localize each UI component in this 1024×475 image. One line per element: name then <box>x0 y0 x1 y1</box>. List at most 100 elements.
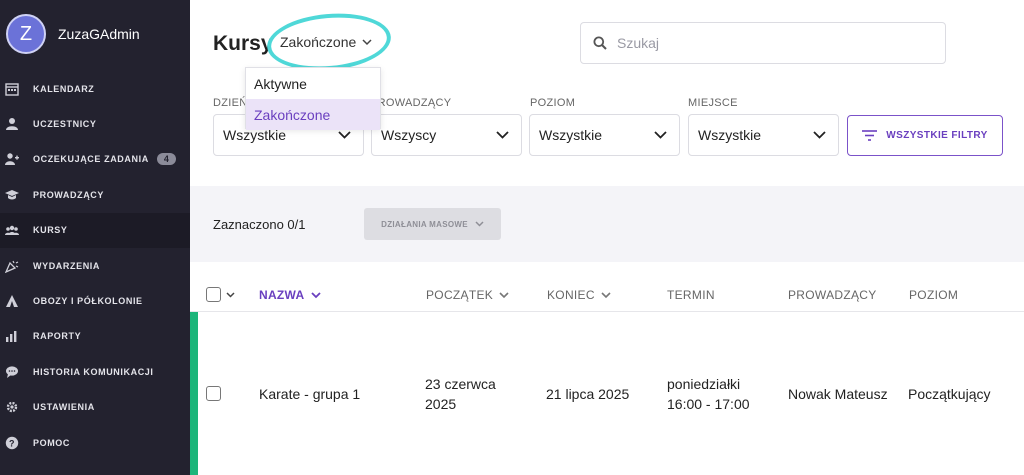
svg-text:?: ? <box>9 438 15 448</box>
selection-count: Zaznaczono 0/1 <box>213 217 306 232</box>
sidebar-item-label: WYDARZENIA <box>33 260 100 271</box>
sidebar-item-obozy[interactable]: OBOZY I PÓŁKOLONIE <box>0 283 190 318</box>
column-label: PROWADZĄCY <box>788 288 877 302</box>
column-header-instructor: PROWADZĄCY <box>788 288 877 302</box>
chevron-down-icon[interactable] <box>226 291 235 298</box>
sidebar-item-label: KURSY <box>33 225 68 236</box>
search-input[interactable] <box>617 35 917 51</box>
bulk-actions-button[interactable]: DZIAŁANIA MASOWE <box>364 208 501 240</box>
user-plus-icon <box>4 151 20 167</box>
bulk-actions-label: DZIAŁANIA MASOWE <box>381 219 468 229</box>
sidebar-item-prowadzacy[interactable]: PROWADZĄCY <box>0 177 190 212</box>
tent-icon <box>4 293 20 309</box>
sidebar-item-raporty[interactable]: RAPORTY <box>0 319 190 354</box>
filter-instructor-select[interactable]: Wszyscy <box>371 114 522 156</box>
chevron-down-icon <box>654 131 667 139</box>
course-start-year: 2025 <box>425 396 457 412</box>
column-label: TERMIN <box>667 288 715 302</box>
filter-instructor-value: Wszyscy <box>381 127 437 143</box>
course-instructor: Nowak Mateusz <box>788 386 888 402</box>
user-profile[interactable]: Z ZuzaGAdmin <box>6 14 140 54</box>
sidebar-nav: KALENDARZ UCZESTNICY OCZEKUJĄCE ZADANIA … <box>0 71 190 460</box>
sidebar-item-kalendarz[interactable]: KALENDARZ <box>0 71 190 106</box>
sidebar-item-label: USTAWIENIA <box>33 402 95 413</box>
table-row[interactable]: Karate - grupa 1 23 czerwca 2025 21 lipc… <box>190 312 1024 475</box>
chevron-down-icon <box>496 131 509 139</box>
user-icon <box>4 116 20 132</box>
sidebar-item-kursy[interactable]: KURSY <box>0 212 190 248</box>
course-start: 23 czerwca 2025 <box>425 374 496 414</box>
table-header: NAZWA POCZĄTEK KONIEC TERMIN PROWADZĄCY … <box>190 272 1024 312</box>
course-name[interactable]: Karate - grupa 1 <box>259 384 360 404</box>
highlight-annotation <box>264 8 394 76</box>
filter-label-level: POZIOM <box>530 97 576 109</box>
chat-icon <box>4 364 20 380</box>
course-end: 21 lipca 2025 <box>546 386 630 402</box>
course-term: poniedziałki 16:00 - 17:00 <box>667 374 750 414</box>
sidebar-item-label: OBOZY I PÓŁKOLONIE <box>33 296 143 307</box>
gear-icon <box>4 399 20 415</box>
column-header-level: POZIOM <box>909 288 958 302</box>
sidebar-item-label: PROWADZĄCY <box>33 189 104 200</box>
filter-icon <box>862 130 878 141</box>
sidebar-item-label: UCZESTNICY <box>33 119 97 130</box>
status-dropdown-menu: Aktywne Zakończone <box>245 67 381 130</box>
column-label: NAZWA <box>259 288 305 302</box>
sidebar-item-wydarzenia[interactable]: WYDARZENIA <box>0 248 190 283</box>
sidebar-item-pomoc[interactable]: ? POMOC <box>0 425 190 460</box>
column-label: POCZĄTEK <box>426 288 494 302</box>
sidebar-item-label: POMOC <box>33 437 71 448</box>
calendar-icon <box>4 81 20 97</box>
sort-chevron-icon <box>601 291 611 298</box>
sidebar-item-historia-komunikacji[interactable]: HISTORIA KOMUNIKACJI <box>0 354 190 389</box>
select-all-control[interactable] <box>206 287 235 302</box>
chevron-down-icon <box>813 131 826 139</box>
column-header-end[interactable]: KONIEC <box>547 288 611 302</box>
column-label: POZIOM <box>909 288 959 302</box>
sidebar-item-label: OCZEKUJĄCE ZADANIA <box>33 154 149 165</box>
filter-label-day: DZIEŃ <box>213 97 248 109</box>
row-checkbox[interactable] <box>206 386 221 401</box>
avatar: Z <box>6 14 46 54</box>
select-all-checkbox[interactable] <box>206 287 221 302</box>
sidebar-item-oczekujace-zadania[interactable]: OCZEKUJĄCE ZADANIA 4 <box>0 142 190 177</box>
pending-count-badge: 4 <box>156 153 177 166</box>
bulk-actions-bar: Zaznaczono 0/1 DZIAŁANIA MASOWE <box>190 186 1024 262</box>
chevron-down-icon <box>475 221 484 227</box>
help-icon: ? <box>4 435 20 451</box>
column-header-name[interactable]: NAZWA <box>259 288 321 302</box>
chevron-down-icon <box>338 131 351 139</box>
filter-label-instructor: PROWADZĄCY <box>370 97 452 109</box>
search-box[interactable] <box>580 22 946 64</box>
main-content: Kursy Zakończone DZIEŃ PROWADZĄCY POZIOM… <box>190 0 1024 475</box>
column-header-term: TERMIN <box>667 288 715 302</box>
sidebar: Z ZuzaGAdmin KALENDARZ UCZESTNICY OCZEKU… <box>0 0 190 475</box>
column-label: KONIEC <box>547 288 595 302</box>
filter-label-place: MIEJSCE <box>688 97 738 109</box>
chart-icon <box>4 328 20 344</box>
sidebar-item-ustawienia[interactable]: USTAWIENIA <box>0 390 190 425</box>
search-icon <box>593 36 607 50</box>
status-option-zakonczone[interactable]: Zakończone <box>246 99 380 130</box>
filter-place-value: Wszystkie <box>698 127 761 143</box>
status-option-aktywne[interactable]: Aktywne <box>246 68 380 99</box>
sidebar-item-label: HISTORIA KOMUNIKACJI <box>33 366 154 377</box>
graduation-cap-icon <box>4 187 20 203</box>
filter-place-select[interactable]: Wszystkie <box>688 114 839 156</box>
row-status-accent <box>190 312 198 475</box>
group-icon <box>4 222 20 238</box>
course-level: Początkujący <box>908 386 991 402</box>
party-icon <box>4 258 20 274</box>
all-filters-button[interactable]: WSZYSTKIE FILTRY <box>847 115 1003 156</box>
filter-level-select[interactable]: Wszystkie <box>529 114 680 156</box>
course-start-date: 23 czerwca <box>425 376 496 392</box>
filter-level-value: Wszystkie <box>539 127 602 143</box>
sidebar-item-uczestnicy[interactable]: UCZESTNICY <box>0 106 190 141</box>
sidebar-item-label: KALENDARZ <box>33 83 95 94</box>
sort-chevron-icon <box>499 291 509 298</box>
sort-chevron-icon <box>310 291 321 298</box>
all-filters-label: WSZYSTKIE FILTRY <box>886 130 988 141</box>
page-title: Kursy <box>213 32 273 55</box>
user-name: ZuzaGAdmin <box>58 26 140 42</box>
column-header-start[interactable]: POCZĄTEK <box>426 288 509 302</box>
